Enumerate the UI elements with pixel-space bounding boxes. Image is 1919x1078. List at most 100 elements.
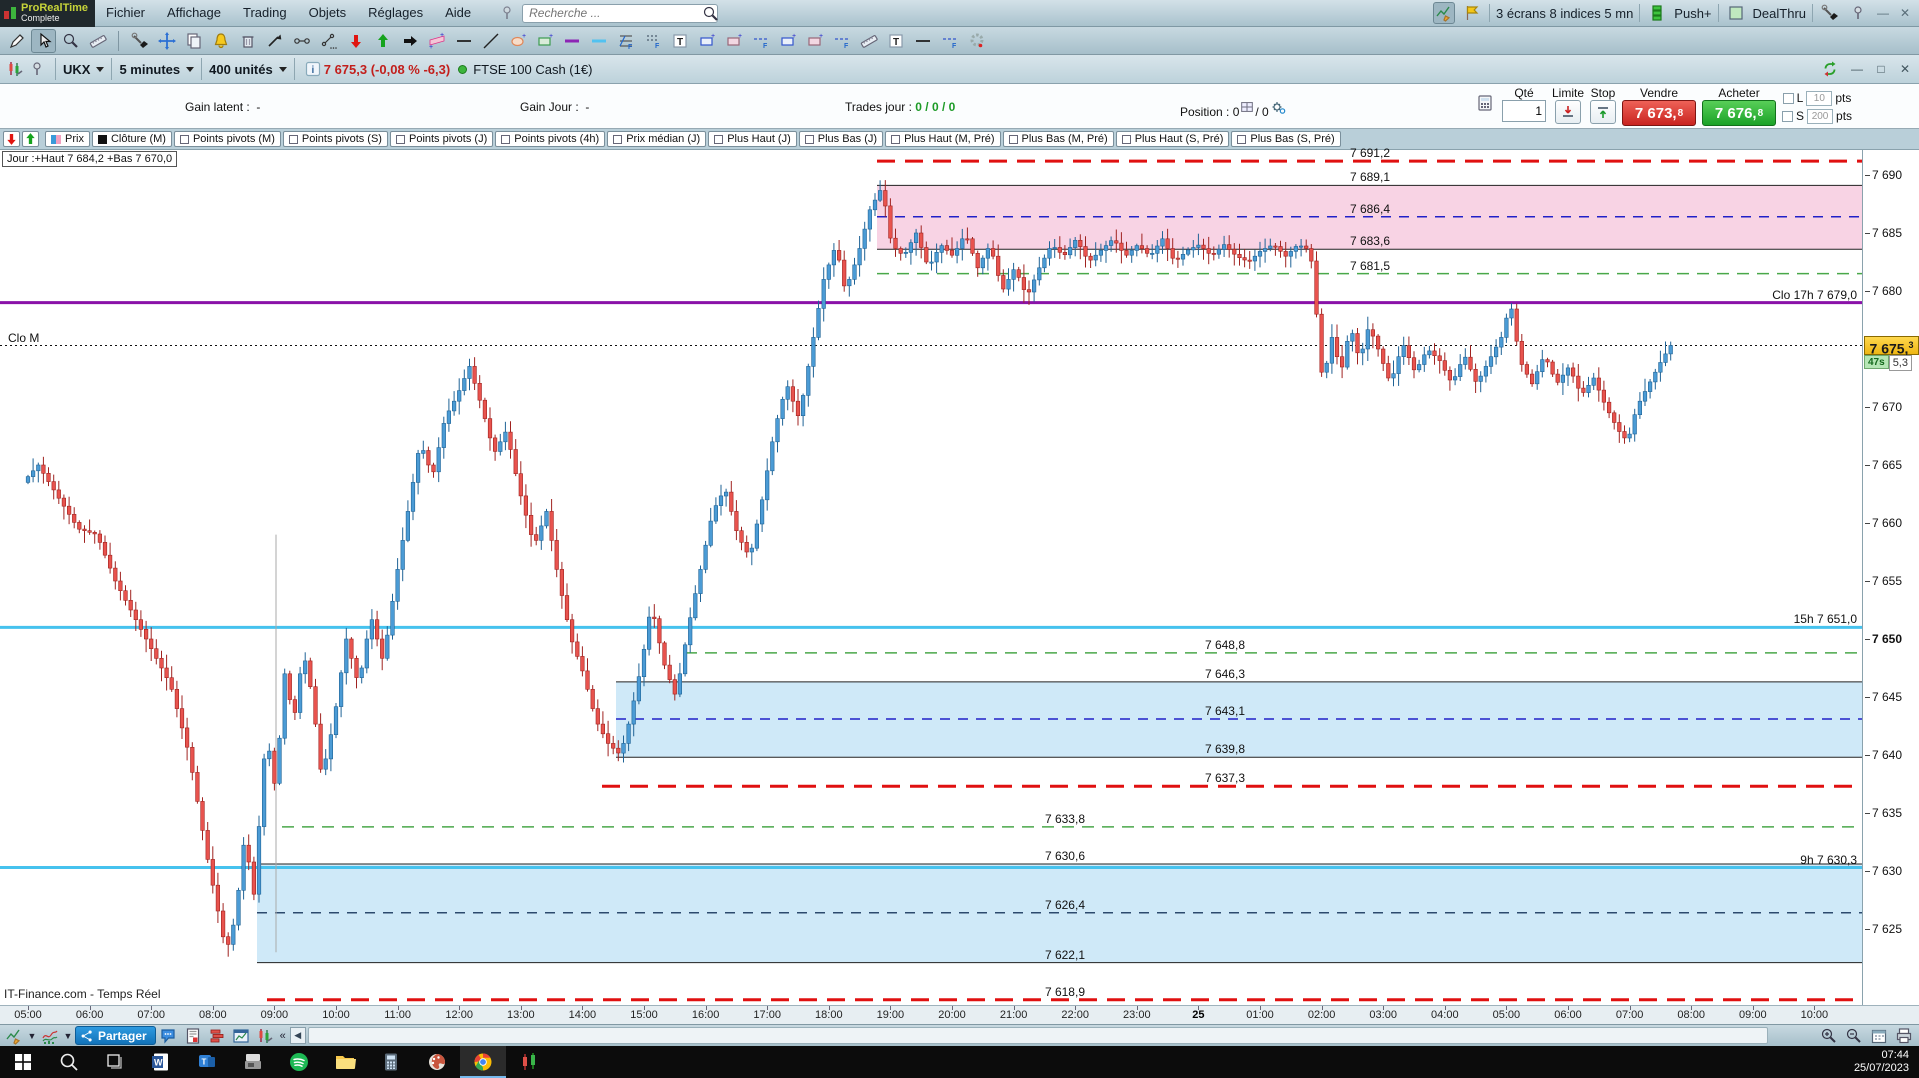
ruler-icon[interactable] <box>85 29 110 53</box>
order-calculator-icon[interactable] <box>1474 92 1496 114</box>
zoom-out-icon[interactable] <box>1843 1026 1865 1045</box>
taskbar-calculator[interactable] <box>368 1046 414 1078</box>
arrow-up-green-icon[interactable] <box>370 29 395 53</box>
indicator-plus-haut-s-pre-[interactable]: Plus Haut (S, Pré) <box>1115 131 1230 147</box>
line-cyan-icon[interactable] <box>586 29 611 53</box>
indicator-points-pivots-j-[interactable]: Points pivots (J) <box>389 131 494 147</box>
window-chart-icon[interactable] <box>230 1026 252 1045</box>
price-chart[interactable]: Jour :+Haut 7 684,2 +Bas 7 670,0 IT-Fina… <box>0 146 1919 1005</box>
cursor-icon[interactable] <box>31 28 56 53</box>
taskbar-start[interactable] <box>0 1046 46 1078</box>
rect-plus-blue2-icon[interactable]: + <box>775 29 800 53</box>
taskbar-paint[interactable] <box>414 1046 460 1078</box>
window-minimize-button[interactable]: — <box>1849 62 1865 76</box>
chart-pencil-icon[interactable] <box>1433 2 1455 24</box>
tool-dim-icon[interactable] <box>1819 2 1841 24</box>
text2-icon[interactable]: T <box>883 29 908 53</box>
dealthru-label[interactable]: DealThru <box>1753 6 1806 21</box>
draw-wheel-icon[interactable] <box>964 29 989 53</box>
chevron-down-icon[interactable]: ▼ <box>63 1031 73 1041</box>
time-axis[interactable]: 05:00 06:00 07:00 08:00 09:00 10:00 11:00 12:00… <box>0 1005 1919 1024</box>
ellipse-orange-icon[interactable]: + <box>505 29 530 53</box>
arrow-down-red-icon[interactable] <box>343 29 368 53</box>
grid-dots-icon[interactable]: F <box>640 29 665 53</box>
curve-icon[interactable] <box>39 1026 61 1045</box>
timeframe-dropdown[interactable]: 5 minutes <box>119 62 195 77</box>
close-button[interactable]: ✕ <box>1897 6 1913 20</box>
menu-aide[interactable]: Aide <box>434 0 482 26</box>
menu-reglages[interactable]: Réglages <box>357 0 434 26</box>
printer-icon[interactable] <box>1893 1026 1915 1045</box>
sell-button[interactable]: 7 673, 8 <box>1622 100 1697 126</box>
rect-plus-pink2-icon[interactable]: + <box>802 29 827 53</box>
taskbar-teams[interactable]: T <box>184 1046 230 1078</box>
trend-arrow-icon[interactable] <box>262 29 287 53</box>
minimize-button[interactable]: — <box>1875 6 1891 20</box>
indicator-plus-haut-m-pre-[interactable]: Plus Haut (M, Pré) <box>885 131 1001 147</box>
horizontal-scrollbar[interactable] <box>307 1027 1768 1044</box>
fibonacci-icon[interactable]: F <box>613 29 638 53</box>
flag-icon[interactable] <box>1461 2 1483 24</box>
workspace-label[interactable]: 3 écrans 8 indices 5 mn <box>1496 6 1633 21</box>
qty-input[interactable] <box>1502 100 1546 122</box>
horizontal-line2-icon[interactable] <box>910 29 935 53</box>
menu-fichier[interactable]: Fichier <box>95 0 156 26</box>
indicator-points-pivots-s-[interactable]: Points pivots (S) <box>282 131 388 147</box>
l-value-input[interactable] <box>1806 90 1833 106</box>
taskbar-clock[interactable]: 07:44 25/07/2023 <box>1854 1046 1919 1078</box>
dash-dots-icon[interactable]: F <box>937 29 962 53</box>
checkbox-icon[interactable] <box>804 134 814 144</box>
pin-icon[interactable] <box>496 2 518 24</box>
magnifier-icon[interactable] <box>58 29 83 53</box>
diagonal-line-icon[interactable] <box>478 29 503 53</box>
indicator-prix-me-dian-j-[interactable]: Prix médian (J) <box>607 131 707 147</box>
pin-small-icon[interactable] <box>1847 2 1869 24</box>
limite-order-icon[interactable] <box>1555 100 1581 124</box>
symbol-dropdown[interactable]: UKX <box>63 62 105 77</box>
segment-icon[interactable] <box>316 29 341 53</box>
checkbox-icon[interactable] <box>613 134 623 144</box>
chart-pencil-icon[interactable] <box>3 1026 25 1045</box>
zoom-in-icon[interactable] <box>1818 1026 1840 1045</box>
chat-icon[interactable] <box>158 1026 180 1045</box>
push-label[interactable]: Push+ <box>1674 6 1711 21</box>
checkbox-icon[interactable] <box>1008 134 1018 144</box>
pencil-icon[interactable] <box>4 29 29 53</box>
checkbox-icon[interactable] <box>1121 134 1131 144</box>
chevron-down-icon[interactable]: ▼ <box>27 1031 37 1041</box>
tools-icon[interactable] <box>127 29 152 53</box>
scroll-left-arrow[interactable]: ◀ <box>289 1027 306 1044</box>
window-close-button[interactable]: ✕ <box>1897 62 1913 76</box>
taskbar-trading-app[interactable] <box>506 1046 552 1078</box>
indicator-points-pivots-4h-[interactable]: Points pivots (4h) <box>495 131 606 147</box>
menu-affichage[interactable]: Affichage <box>156 0 232 26</box>
rectangle-green-icon[interactable]: + <box>532 29 557 53</box>
trash-icon[interactable] <box>235 29 260 53</box>
alarm-icon[interactable] <box>208 29 233 53</box>
collapse-down-icon[interactable] <box>3 131 20 147</box>
dash-blue-icon[interactable]: F <box>748 29 773 53</box>
window-maximize-button[interactable]: □ <box>1873 62 1889 76</box>
search-input[interactable] <box>522 3 719 23</box>
taskbar-search[interactable] <box>46 1046 92 1078</box>
taskbar-word[interactable]: W <box>138 1046 184 1078</box>
calendar-icon[interactable] <box>1868 1026 1890 1045</box>
indicator-plus-bas-j-[interactable]: Plus Bas (J) <box>798 131 884 147</box>
rect-plus-pink-icon[interactable]: + <box>721 29 746 53</box>
indicator-plus-haut-j-[interactable]: Plus Haut (J) <box>708 131 797 147</box>
menu-trading[interactable]: Trading <box>232 0 298 26</box>
units-dropdown[interactable]: 400 unités <box>209 62 287 77</box>
checkbox-icon[interactable] <box>1237 134 1247 144</box>
position-grid-icon[interactable] <box>1239 101 1255 113</box>
refresh-icon[interactable] <box>1819 58 1841 80</box>
copy-icon[interactable] <box>181 29 206 53</box>
search-icon[interactable] <box>702 5 718 21</box>
stop-distance-checkbox[interactable] <box>1782 110 1794 122</box>
limit-distance-checkbox[interactable] <box>1782 92 1794 104</box>
checkbox-icon[interactable] <box>395 134 405 144</box>
taskbar-task-view[interactable] <box>92 1046 138 1078</box>
link-pin-icon[interactable] <box>26 58 48 80</box>
checkbox-icon[interactable] <box>179 134 189 144</box>
s-value-input[interactable] <box>1807 108 1834 124</box>
horizontal-line-icon[interactable] <box>451 29 476 53</box>
